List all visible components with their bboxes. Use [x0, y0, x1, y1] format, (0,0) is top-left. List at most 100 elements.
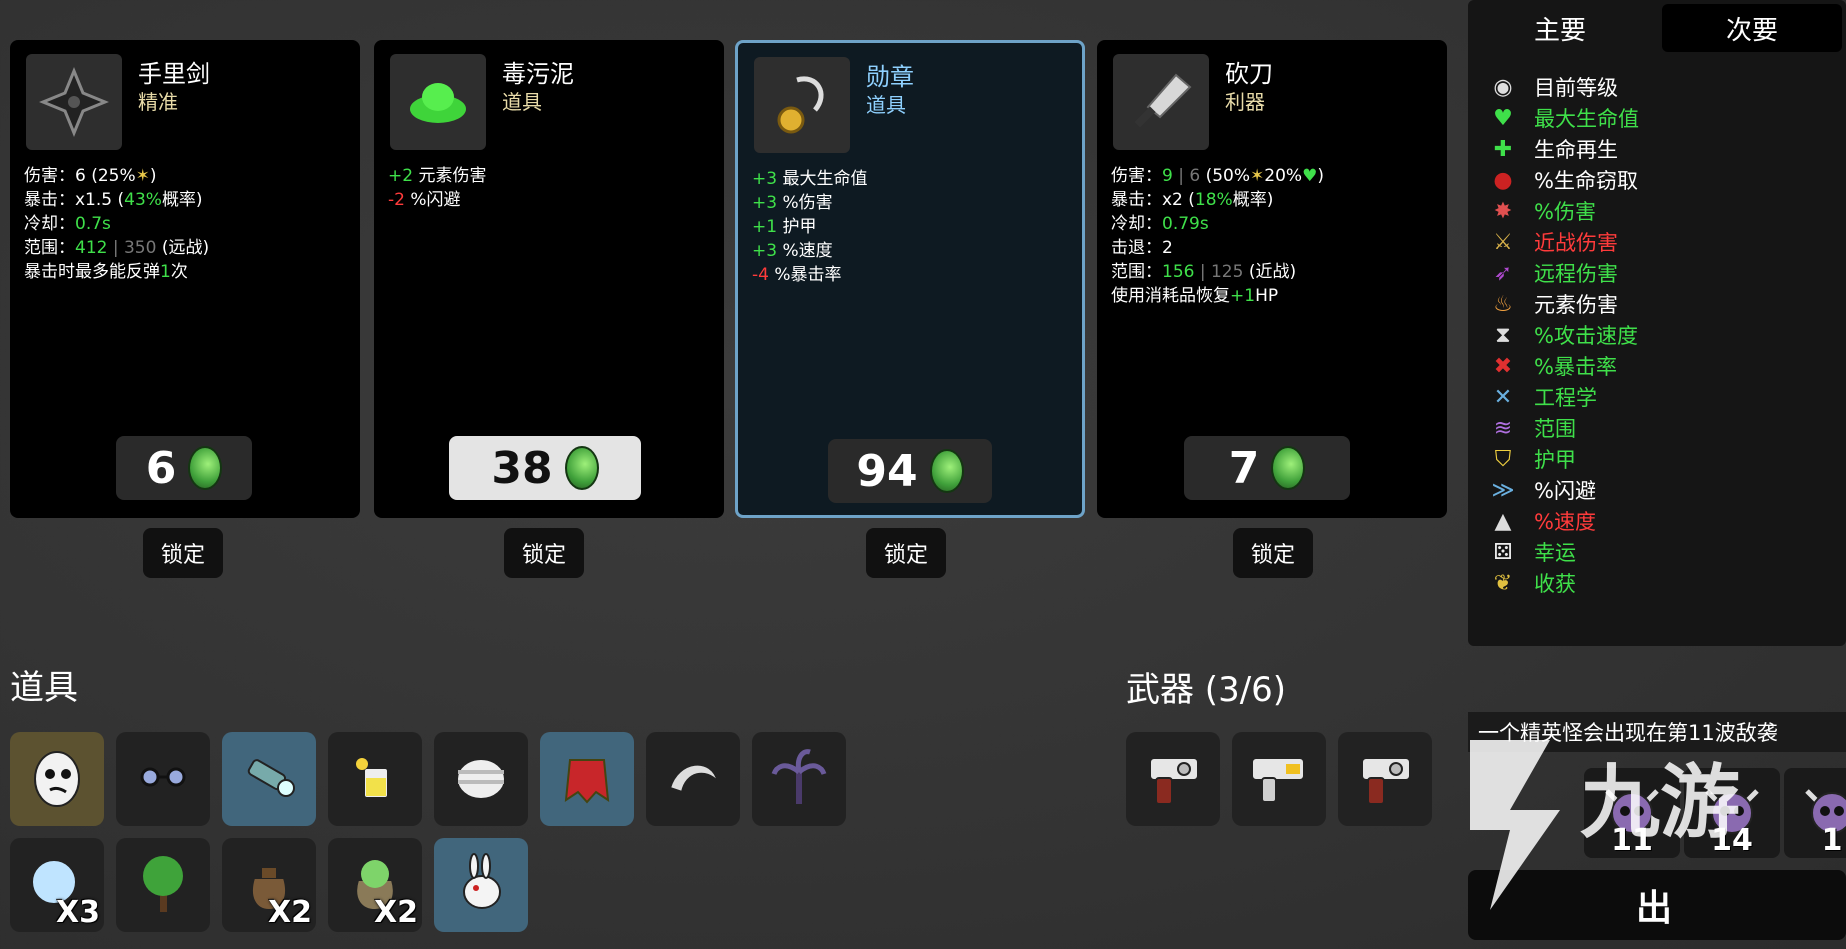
stat-row: ◉ 目前等级 — [1490, 72, 1618, 102]
laser-gun-icon — [1242, 740, 1316, 818]
item-stats: 伤害：9 | 6 (50%✶20%♥) 暴击：x2 (18%概率) 冷却：0.79s… — [1111, 164, 1324, 308]
price-value: 7 — [1228, 442, 1260, 494]
shop-item-card[interactable]: 勋章 道具 +3 最大生命值 +3 %伤害 +1 护甲 +3 %速度 -4 %暴击率 94 — [735, 40, 1085, 518]
item-tag: 道具 — [866, 93, 906, 117]
stat-label: 近战伤害 — [1534, 231, 1618, 255]
item-count: X2 — [373, 895, 418, 930]
item-tag: 精准 — [138, 90, 178, 114]
inventory-item-slot[interactable]: X3 — [10, 838, 104, 932]
stat-line: +3 最大生命值 — [752, 169, 868, 189]
shop-item-card[interactable]: 手里剑 精准 伤害：6 (25%✶) 暴击：x1.5 (43%概率) 冷却：0.7s 范… — [10, 40, 360, 518]
stat-line: +3 %伤害 — [752, 193, 833, 213]
stat-line: 暴击时最多能反弹1次 — [24, 262, 188, 282]
stat-line: 暴击：x2 (18%概率) — [1111, 190, 1274, 210]
buy-price-button[interactable]: 38 — [449, 436, 641, 500]
items-section-title: 道具 — [10, 668, 78, 708]
item-stats: +3 最大生命值 +3 %伤害 +1 护甲 +3 %速度 -4 %暴击率 — [752, 167, 867, 287]
stat-row: ⛉ 护甲 — [1490, 444, 1576, 474]
price-value: 94 — [856, 445, 918, 497]
stat-row: ⧗ %攻击速度 — [1490, 320, 1638, 350]
inventory-item-slot[interactable] — [116, 838, 210, 932]
buy-price-button[interactable]: 94 — [828, 439, 992, 503]
stat-label: 生命再生 — [1534, 138, 1618, 162]
melee-icon: ⚔ — [1493, 229, 1513, 255]
inventory-item-slot[interactable] — [10, 732, 104, 826]
weapon-slot[interactable] — [1232, 732, 1326, 826]
stat-label: %暴击率 — [1534, 355, 1617, 379]
lock-button[interactable]: 锁定 — [504, 528, 584, 578]
range-icon: ≋ — [1493, 415, 1513, 441]
shop-item-card[interactable]: 毒污泥 道具 +2 元素伤害 -2 %闪避 38 — [374, 40, 724, 518]
item-name: 手里剑 — [138, 60, 210, 88]
lifesteal-icon: ● — [1493, 167, 1513, 193]
stat-line: +2 元素伤害 — [388, 166, 487, 186]
shuriken-icon — [26, 54, 122, 150]
attack-speed-icon: ⧗ — [1495, 322, 1511, 348]
damage-icon: ✸ — [1493, 198, 1513, 224]
stat-line: -2 %闪避 — [388, 190, 461, 210]
item-name: 毒污泥 — [502, 60, 574, 88]
inventory-item-slot[interactable]: X2 — [328, 838, 422, 932]
shop-item-card[interactable]: 砍刀 利器 伤害：9 | 6 (50%✶20%♥) 暴击：x2 (18%概率) 冷却：… — [1097, 40, 1447, 518]
inventory-item-slot[interactable]: X2 — [222, 838, 316, 932]
lock-button[interactable]: 锁定 — [866, 528, 946, 578]
item-stats: 伤害：6 (25%✶) 暴击：x1.5 (43%概率) 冷却：0.7s 范围：412 … — [24, 164, 209, 284]
stat-label: 最大生命值 — [1534, 107, 1639, 131]
stat-row: ♨ 元素伤害 — [1490, 289, 1618, 319]
inventory-item-slot[interactable] — [434, 838, 528, 932]
inventory-item-slot[interactable] — [328, 732, 422, 826]
tree-icon — [128, 848, 198, 922]
revolver-icon — [1136, 740, 1210, 818]
stat-row: ▲ %速度 — [1490, 506, 1596, 536]
flashlight-icon — [234, 742, 304, 816]
stat-row: ✖ %暴击率 — [1490, 351, 1617, 381]
stat-label: 目前等级 — [1534, 76, 1618, 100]
stat-line: -4 %暴击率 — [752, 265, 842, 285]
lock-button[interactable]: 锁定 — [143, 528, 223, 578]
stat-row: ➶ 远程伤害 — [1490, 258, 1618, 288]
stat-label: 范围 — [1534, 417, 1576, 441]
item-tag: 利器 — [1225, 90, 1265, 114]
bandaged-head-icon — [446, 742, 516, 816]
stat-row: ≋ 范围 — [1490, 413, 1576, 443]
buy-price-button[interactable]: 7 — [1184, 436, 1350, 500]
inventory-item-slot[interactable] — [646, 732, 740, 826]
inventory-item-slot[interactable] — [116, 732, 210, 826]
stat-row: ✸ %伤害 — [1490, 196, 1596, 226]
stats-panel: 主要 次要 ◉ 目前等级 ♥ 最大生命值 ✚ 生命再生 ● %生命窃取 ✸ %伤害 ⚔ 近战伤害 ➶ 远程… — [1468, 0, 1846, 646]
stat-row: ≫ %闪避 — [1490, 475, 1595, 505]
stat-label: %攻击速度 — [1534, 324, 1638, 348]
inventory-item-slot[interactable] — [540, 732, 634, 826]
svg-text:九游: 九游 — [1580, 756, 1740, 849]
stat-line: 冷却：0.7s — [24, 214, 111, 234]
item-count: X3 — [55, 895, 100, 930]
level-icon: ◉ — [1493, 74, 1513, 100]
inventory-item-slot[interactable] — [222, 732, 316, 826]
lemonade-icon — [340, 742, 410, 816]
stat-row: ❦ 收获 — [1490, 568, 1576, 598]
stat-line: 伤害：6 (25%✶) — [24, 166, 157, 186]
material-coin-icon — [564, 446, 599, 490]
cleaver-icon — [1113, 54, 1209, 150]
weapon-slot[interactable] — [1126, 732, 1220, 826]
inventory-item-slot[interactable] — [752, 732, 846, 826]
tab-primary[interactable]: 主要 — [1470, 4, 1650, 52]
stat-row: ✕ 工程学 — [1490, 382, 1597, 412]
stat-line: +3 %速度 — [752, 241, 833, 261]
lock-button[interactable]: 锁定 — [1233, 528, 1313, 578]
buy-price-button[interactable]: 6 — [116, 436, 252, 500]
price-value: 6 — [145, 442, 177, 494]
weapon-slot[interactable] — [1338, 732, 1432, 826]
inventory-item-slot[interactable] — [434, 732, 528, 826]
red-cape-icon — [552, 742, 622, 816]
stat-line: 击退：2 — [1111, 238, 1173, 258]
stat-row: ♥ 最大生命值 — [1490, 103, 1639, 133]
stat-row: ⚔ 近战伤害 — [1490, 227, 1618, 257]
watermark-logo: 九游 — [1470, 740, 1740, 910]
item-stats: +2 元素伤害 -2 %闪避 — [388, 164, 486, 212]
stat-label: 远程伤害 — [1534, 262, 1618, 286]
luck-icon: ⚄ — [1493, 539, 1513, 565]
tab-secondary[interactable]: 次要 — [1662, 4, 1842, 52]
stat-line: 暴击：x1.5 (43%概率) — [24, 190, 203, 210]
palm-tree-icon — [764, 742, 834, 816]
